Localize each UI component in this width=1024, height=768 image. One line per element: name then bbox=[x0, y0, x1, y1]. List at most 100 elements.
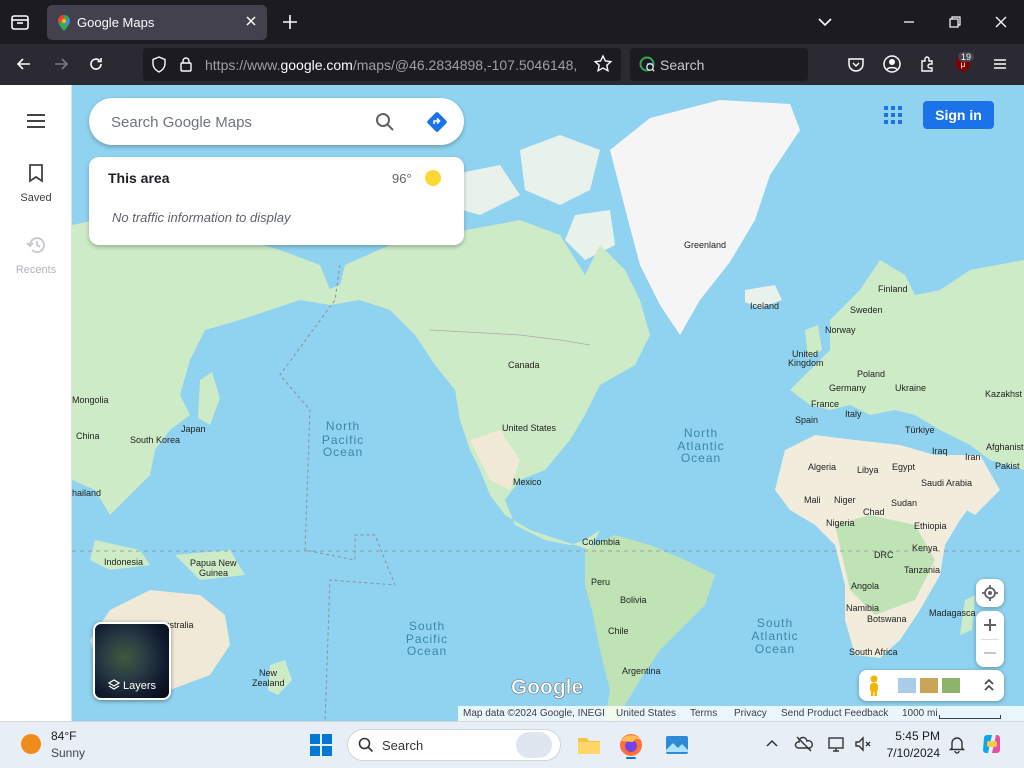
file-explorer-icon[interactable] bbox=[575, 731, 603, 759]
show-hidden-icons-icon[interactable] bbox=[764, 736, 780, 757]
label-south-pacific-1: South bbox=[409, 619, 445, 633]
tracking-protection-icon[interactable] bbox=[151, 56, 167, 78]
photos-app-icon[interactable] bbox=[663, 731, 691, 759]
minimize-icon[interactable] bbox=[899, 12, 919, 32]
terms-link[interactable]: Terms bbox=[690, 708, 717, 719]
weather-sun-icon[interactable] bbox=[20, 733, 42, 760]
zoom-controls bbox=[976, 611, 1004, 667]
label-ukraine: Ukraine bbox=[895, 383, 926, 393]
label-france: France bbox=[811, 399, 839, 409]
imagery-thumb-3[interactable] bbox=[942, 678, 960, 693]
lock-icon[interactable] bbox=[179, 56, 193, 78]
label-iceland: Iceland bbox=[750, 301, 779, 311]
menu-icon[interactable] bbox=[990, 54, 1010, 74]
maps-pin-icon bbox=[57, 15, 71, 31]
imagery-thumb-2[interactable] bbox=[920, 678, 938, 693]
onedrive-offline-icon[interactable] bbox=[794, 734, 814, 759]
close-window-icon[interactable] bbox=[991, 12, 1011, 32]
tab-google-maps[interactable]: Google Maps bbox=[47, 5, 267, 40]
label-indonesia: Indonesia bbox=[104, 557, 143, 567]
label-madagascar: Madagasca bbox=[929, 608, 976, 618]
label-finland: Finland bbox=[878, 284, 908, 294]
label-saudi-arabia: Saudi Arabia bbox=[921, 478, 972, 488]
google-maps-page: Saved Recents Greenland Iceland Finland … bbox=[0, 85, 1024, 721]
search-icon[interactable] bbox=[375, 112, 395, 137]
label-drc: DRC bbox=[874, 550, 894, 560]
label-tanzania: Tanzania bbox=[904, 565, 940, 575]
recents-label: Recents bbox=[15, 264, 57, 276]
directions-icon[interactable] bbox=[425, 110, 449, 139]
taskbar-search-box[interactable]: Search bbox=[347, 729, 561, 761]
label-mali: Mali bbox=[804, 495, 821, 505]
area-temperature: 96° bbox=[392, 171, 412, 186]
google-apps-icon[interactable] bbox=[884, 106, 902, 124]
pegman-icon[interactable] bbox=[867, 675, 881, 702]
country-link[interactable]: United States bbox=[616, 708, 676, 719]
label-china: China bbox=[76, 431, 100, 441]
label-south-atlantic-3: Ocean bbox=[755, 642, 795, 656]
label-algeria: Algeria bbox=[808, 462, 836, 472]
list-all-tabs-icon[interactable] bbox=[815, 12, 835, 32]
bookmark-star-icon[interactable] bbox=[593, 54, 613, 74]
pocket-icon[interactable] bbox=[846, 54, 866, 74]
scale-bar bbox=[939, 715, 1001, 719]
back-icon[interactable] bbox=[14, 54, 34, 74]
saved-nav-item[interactable]: Saved bbox=[0, 163, 72, 204]
hamburger-menu-icon[interactable] bbox=[25, 111, 47, 136]
browser-search-bar[interactable]: Search bbox=[630, 48, 808, 81]
volume-muted-icon[interactable] bbox=[853, 734, 873, 759]
extensions-icon[interactable] bbox=[918, 54, 938, 74]
tab-close-icon[interactable] bbox=[243, 13, 259, 29]
firefox-active-indicator bbox=[626, 757, 636, 759]
this-area-card: This area 96° No traffic information to … bbox=[89, 157, 464, 245]
layers-label: Layers bbox=[123, 680, 157, 692]
reload-icon[interactable] bbox=[86, 54, 106, 74]
label-greenland: Greenland bbox=[684, 240, 726, 250]
taskbar-time[interactable]: 5:45 PM bbox=[886, 729, 940, 743]
label-germany: Germany bbox=[829, 383, 867, 393]
browser-tab-bar: Google Maps bbox=[0, 0, 1024, 44]
label-thailand: hailand bbox=[72, 488, 101, 498]
traffic-info-text: No traffic information to display bbox=[112, 210, 291, 225]
label-mexico: Mexico bbox=[513, 477, 542, 487]
notification-bell-icon[interactable] bbox=[947, 734, 967, 759]
label-egypt: Egypt bbox=[892, 462, 916, 472]
sign-in-button[interactable]: Sign in bbox=[923, 101, 994, 129]
label-canada: Canada bbox=[508, 360, 540, 370]
label-nigeria: Nigeria bbox=[826, 518, 855, 528]
network-icon[interactable] bbox=[826, 734, 846, 759]
new-tab-button[interactable] bbox=[280, 12, 300, 32]
search-input[interactable] bbox=[111, 110, 351, 134]
windows-start-icon[interactable] bbox=[307, 731, 335, 759]
firefox-taskbar-icon[interactable] bbox=[617, 731, 645, 759]
zoom-out-button[interactable] bbox=[976, 639, 1004, 667]
tab-list-icon[interactable] bbox=[8, 10, 32, 34]
address-bar[interactable]: https://www.google.com/maps/@46.2834898,… bbox=[143, 48, 621, 81]
map-attribution-bar: Map data ©2024 Google, INEGI United Stat… bbox=[458, 706, 1024, 721]
label-libya: Libya bbox=[857, 465, 879, 475]
copilot-icon[interactable] bbox=[980, 732, 1004, 761]
recents-nav-item[interactable]: Recents bbox=[0, 235, 72, 276]
label-north-pacific-3: Ocean bbox=[323, 445, 363, 459]
restore-icon[interactable] bbox=[945, 12, 965, 32]
my-location-button[interactable] bbox=[976, 579, 1004, 607]
label-botswana: Botswana bbox=[867, 614, 907, 624]
scale-label[interactable]: 1000 mi bbox=[902, 708, 938, 719]
feedback-link[interactable]: Send Product Feedback bbox=[781, 708, 888, 719]
zoom-in-button[interactable] bbox=[976, 611, 1004, 639]
taskbar-date[interactable]: 7/10/2024 bbox=[880, 746, 940, 760]
tab-title: Google Maps bbox=[77, 15, 155, 30]
privacy-link[interactable]: Privacy bbox=[734, 708, 767, 719]
maps-search-box bbox=[89, 98, 464, 145]
expand-up-icon[interactable] bbox=[982, 677, 996, 698]
imagery-thumb-1[interactable] bbox=[898, 678, 916, 693]
label-north-atlantic-1: North bbox=[684, 426, 718, 440]
label-niger: Niger bbox=[834, 495, 856, 505]
label-pakistan: Pakist bbox=[995, 461, 1020, 471]
account-icon[interactable] bbox=[882, 54, 902, 74]
label-norway: Norway bbox=[825, 325, 856, 335]
layers-button[interactable]: Layers bbox=[93, 622, 171, 700]
browser-nav-bar: https://www.google.com/maps/@46.2834898,… bbox=[0, 44, 1024, 85]
layers-label-wrap: Layers bbox=[95, 679, 169, 692]
forward-icon[interactable] bbox=[51, 54, 71, 74]
